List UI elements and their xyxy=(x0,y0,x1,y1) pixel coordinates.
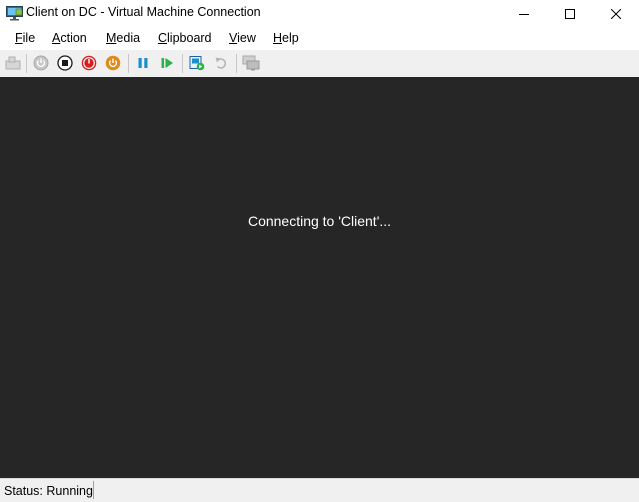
menu-bar: File Action Media Clipboard View Help xyxy=(0,28,639,50)
toolbar-separator xyxy=(182,54,183,73)
start-icon xyxy=(33,55,49,71)
menu-clipboard-mnemonic: C xyxy=(158,31,168,45)
close-button[interactable] xyxy=(593,0,639,28)
shut-down-button[interactable] xyxy=(80,54,98,72)
checkpoint-button[interactable] xyxy=(188,54,206,72)
turn-off-icon xyxy=(57,55,73,71)
turn-off-button[interactable] xyxy=(56,54,74,72)
ctrl-alt-del-icon xyxy=(5,56,21,70)
revert-icon xyxy=(215,57,227,69)
menu-help-label: elp xyxy=(282,31,299,45)
close-icon xyxy=(611,9,621,19)
menu-file-mnemonic: F xyxy=(15,31,23,45)
toolbar-separator xyxy=(26,54,27,73)
shut-down-icon xyxy=(81,55,97,71)
menu-media-label: edia xyxy=(116,31,141,45)
window-title: Client on DC - Virtual Machine Connectio… xyxy=(26,5,261,19)
menu-view-label: iew xyxy=(237,31,256,45)
menu-view[interactable]: View xyxy=(229,31,256,45)
toolbar-separator xyxy=(236,54,237,73)
menu-help-mnemonic: H xyxy=(273,31,283,45)
enhanced-session-icon xyxy=(242,55,260,71)
status-text: Status: Running xyxy=(4,484,93,498)
title-bar: Client on DC - Virtual Machine Connectio… xyxy=(0,0,639,28)
resume-icon xyxy=(161,58,173,68)
menu-help[interactable]: Help xyxy=(273,31,299,45)
connecting-message: Connecting to 'Client'... xyxy=(247,213,392,229)
menu-view-mnemonic: V xyxy=(229,31,238,45)
status-separator xyxy=(93,481,94,499)
maximize-icon xyxy=(565,9,575,19)
toolbar xyxy=(0,50,639,77)
revert-button[interactable] xyxy=(212,54,230,72)
minimize-button[interactable] xyxy=(501,0,547,28)
pause-button[interactable] xyxy=(134,54,152,72)
ctrl-alt-del-button[interactable] xyxy=(4,54,22,72)
vm-display[interactable]: Connecting to 'Client'... xyxy=(0,77,639,478)
menu-file[interactable]: File xyxy=(15,31,35,45)
menu-action-label: ction xyxy=(60,31,87,45)
pause-icon xyxy=(138,58,148,68)
vm-connection-app-icon xyxy=(6,6,23,21)
menu-clipboard[interactable]: Clipboard xyxy=(158,31,212,45)
maximize-button[interactable] xyxy=(547,0,593,28)
menu-file-label: ile xyxy=(22,31,36,45)
menu-action[interactable]: Action xyxy=(52,31,87,45)
menu-media[interactable]: Media xyxy=(106,31,140,45)
status-bar: Status: Running xyxy=(0,478,639,502)
start-button[interactable] xyxy=(32,54,50,72)
menu-media-mnemonic: M xyxy=(106,31,117,45)
toolbar-separator xyxy=(128,54,129,73)
save-button[interactable] xyxy=(104,54,122,72)
checkpoint-icon xyxy=(189,56,205,71)
save-icon xyxy=(105,55,121,71)
resume-button[interactable] xyxy=(158,54,176,72)
enhanced-session-button[interactable] xyxy=(242,54,260,72)
menu-clipboard-label: lipboard xyxy=(167,31,212,45)
minimize-icon xyxy=(519,14,529,15)
